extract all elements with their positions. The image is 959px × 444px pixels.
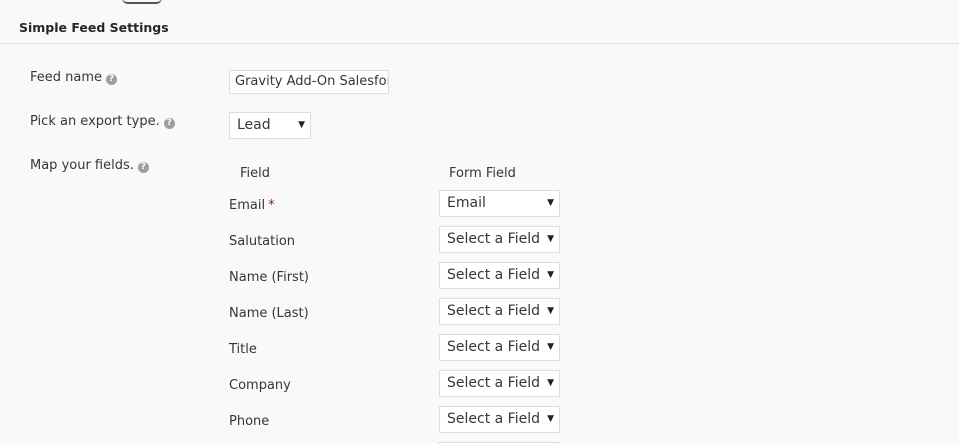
feed-name-row-label: Feed name? — [30, 70, 118, 86]
field-label-name-last: Name (Last) — [229, 306, 309, 322]
form-field-select-title[interactable]: Select a Field ▼ — [439, 334, 560, 361]
select-value: Select a Field — [447, 411, 540, 427]
feed-settings-panel: Simple Feed Settings Feed name? Gravity … — [0, 0, 959, 444]
field-name: Phone — [229, 414, 270, 429]
chevron-down-icon: ▼ — [547, 378, 554, 388]
chevron-down-icon: ▼ — [547, 234, 554, 244]
chevron-down-icon: ▼ — [298, 120, 305, 130]
form-field-select-company[interactable]: Select a Field ▼ — [439, 370, 560, 397]
map-fields-label: Map your fields. — [30, 158, 134, 173]
question-circle-icon[interactable]: ? — [106, 74, 118, 85]
form-field-select-email[interactable]: Email ▼ — [439, 190, 560, 217]
select-value: Select a Field — [447, 339, 540, 355]
select-value: Select a Field — [447, 267, 540, 283]
column-header-form-field: Form Field — [449, 166, 516, 181]
export-type-label: Pick an export type. — [30, 114, 160, 129]
column-header-field: Field — [240, 166, 271, 181]
map-fields-row-label: Map your fields.? — [30, 158, 149, 174]
field-name: Email — [229, 198, 266, 213]
form-field-select-name-first[interactable]: Select a Field ▼ — [439, 262, 560, 289]
field-name: Name (First) — [229, 270, 309, 285]
form-field-select-name-last[interactable]: Select a Field ▼ — [439, 298, 560, 325]
feed-name-input[interactable]: Gravity Add-On Salesfor — [229, 70, 389, 94]
chevron-down-icon: ▼ — [547, 270, 554, 280]
form-field-select-salutation[interactable]: Select a Field ▼ — [439, 226, 560, 253]
select-value: Select a Field — [447, 231, 540, 247]
field-name: Title — [229, 342, 257, 357]
chevron-down-icon: ▼ — [547, 414, 554, 424]
panel-header: Simple Feed Settings — [0, 0, 959, 44]
field-label-email: Email * — [229, 198, 275, 214]
export-type-select-value: Lead — [237, 117, 271, 133]
field-label-company: Company — [229, 378, 291, 394]
chevron-down-icon: ▼ — [547, 306, 554, 316]
field-label-salutation: Salutation — [229, 234, 295, 250]
panel-title: Simple Feed Settings — [19, 20, 169, 35]
select-value: Email — [447, 195, 486, 211]
field-label-name-first: Name (First) — [229, 270, 309, 286]
chevron-down-icon: ▼ — [547, 342, 554, 352]
field-label-title: Title — [229, 342, 257, 358]
clipped-heading-fragment — [122, 0, 162, 4]
feed-name-label: Feed name — [30, 70, 103, 85]
field-name: Company — [229, 378, 291, 393]
field-label-phone: Phone — [229, 414, 269, 430]
select-value: Select a Field — [447, 375, 540, 391]
export-type-row-label: Pick an export type.? — [30, 114, 175, 130]
export-type-select[interactable]: Lead ▼ — [229, 112, 311, 139]
field-name: Name (Last) — [229, 306, 309, 321]
required-marker: * — [268, 198, 275, 213]
question-circle-icon[interactable]: ? — [137, 162, 149, 173]
chevron-down-icon: ▼ — [547, 198, 554, 208]
select-value: Select a Field — [447, 303, 540, 319]
field-name: Salutation — [229, 234, 296, 249]
form-field-select-phone[interactable]: Select a Field ▼ — [439, 406, 560, 433]
question-circle-icon[interactable]: ? — [163, 118, 175, 129]
